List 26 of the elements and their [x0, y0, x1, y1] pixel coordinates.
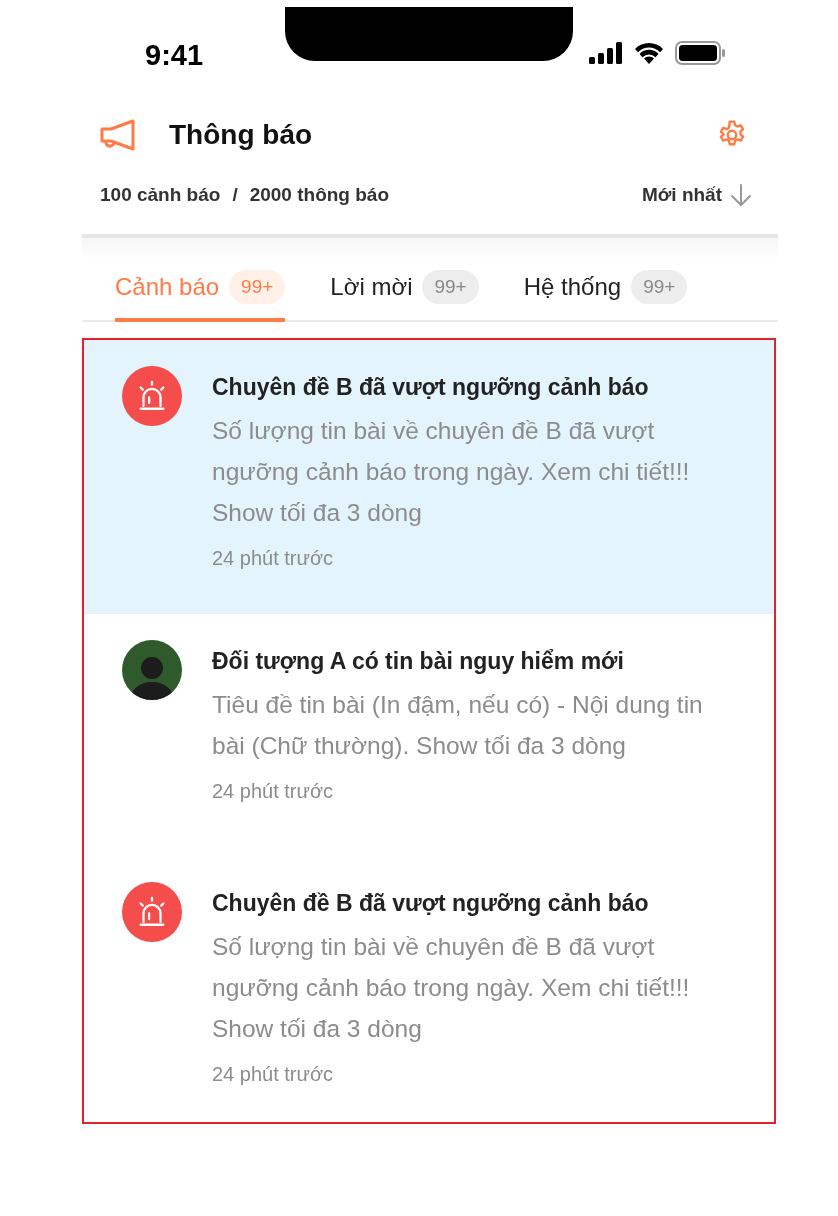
notification-title: Chuyên đề B đã vượt ngưỡng cảnh báo: [212, 889, 650, 918]
count-badge: 99+: [631, 270, 688, 304]
notification-body: Số lượng tin bài về chuyên đề B đã vượt ngưỡng cảnh báo trong ngày. Xem chi tiết!!! Show tối đa 3 dòng: [212, 932, 691, 1044]
signal-icon: [589, 42, 623, 64]
notification-time: 24 phút trước: [212, 1063, 334, 1086]
notification-body: Số lượng tin bài về chuyên đề B đã vượt ngưỡng cảnh báo trong ngày. Xem chi tiết!!! Show tối đa 3 dòng: [212, 416, 691, 528]
tab[interactable]: Hệ thống 99+: [523, 260, 688, 322]
notification-item[interactable]: Chuyên đề B đã vượt ngưỡng cảnh báo Số lượng tin bài về chuyên đề B đã vượt ngưỡng cảnh báo trong ngày. Xem chi tiết!!! Show tối đa 3 dòng 24 phút trước: [84, 340, 774, 614]
notification-time: 24 phút trước: [212, 780, 334, 803]
notification-count: 2000 thông báo: [249, 184, 390, 206]
tab[interactable]: Lời mời 99+: [330, 260, 479, 322]
count-badge: 99+: [229, 270, 286, 304]
notification-title: Đối tượng A có tin bài nguy hiểm mới: [212, 647, 625, 676]
notification-body: Tiêu đề tin bài (In đậm, nếu có) - Nội dung tin bài (Chữ thường). Show tối đa 3 dòng: [212, 690, 704, 761]
status-time: 9:41: [144, 38, 205, 72]
megaphone-icon: [100, 119, 136, 151]
notification-title: Chuyên đề B đã vượt ngưỡng cảnh báo: [212, 373, 650, 402]
battery-icon: [675, 41, 725, 65]
count-separator: /: [232, 184, 238, 206]
count-badge: 99+: [422, 270, 479, 304]
notification-time: 24 phút trước: [212, 547, 334, 570]
page-title: Thông báo: [169, 119, 314, 151]
arrow-down-icon: [730, 183, 752, 207]
alert-count: 100 cảnh báo: [100, 184, 221, 206]
sort-button[interactable]: Mới nhất: [642, 183, 752, 207]
wifi-icon: [633, 42, 665, 64]
